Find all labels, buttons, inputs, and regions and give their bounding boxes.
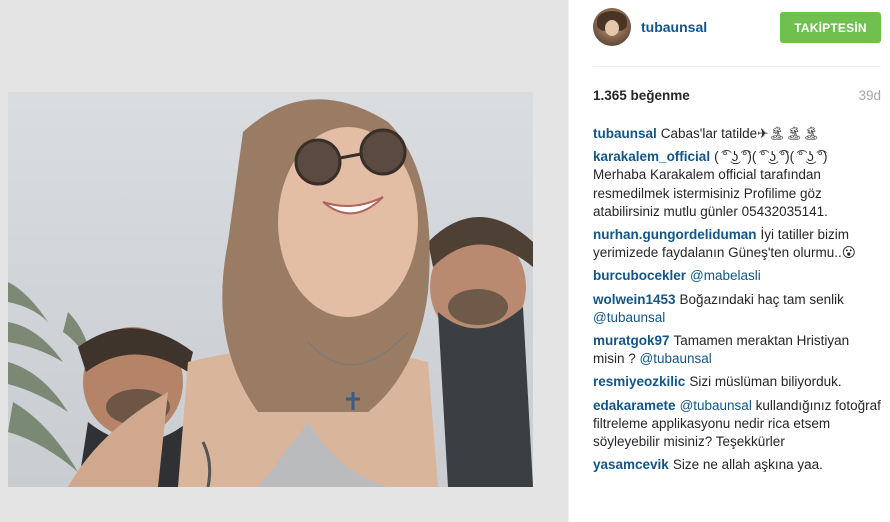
comment-username[interactable]: muratgok97 <box>593 333 670 348</box>
comment-text: Cabas'lar tatilde✈🏝🏝🏝 <box>660 126 820 141</box>
post-header: tubaunsal TAKİPTESİN <box>569 0 890 66</box>
comment-username[interactable]: burcubocekler <box>593 268 686 283</box>
comment-text: Size ne allah aşkına yaa. <box>672 457 823 473</box>
avatar[interactable] <box>593 8 631 46</box>
header-divider <box>593 66 881 67</box>
follow-button[interactable]: TAKİPTESİN <box>780 12 881 43</box>
comment-item: karakalem_official( ͡° ͜ʖ ͡°)( ͡° ͜ʖ ͡°)… <box>593 148 883 221</box>
comment-username[interactable]: wolwein1453 <box>593 292 676 307</box>
comment-username[interactable]: nurhan.gungordeliduman <box>593 227 757 242</box>
comment-item: burcubocekler @mabelasli <box>593 267 883 285</box>
header-username[interactable]: tubaunsal <box>641 19 707 35</box>
comment-text: Boğazındaki haç tam senlik <box>679 291 844 307</box>
post-photo[interactable] <box>8 92 533 487</box>
comment-mention[interactable]: @tubaunsal <box>680 398 752 413</box>
comment-item: resmiyeozkilic Sizi müslüman biliyorduk. <box>593 373 883 391</box>
comment-item: wolwein1453 Boğazındaki haç tam senlik @t… <box>593 291 883 327</box>
comment-text: Sizi müslüman biliyorduk. <box>689 374 842 390</box>
avatar-face <box>605 20 619 36</box>
comment-username[interactable]: tubaunsal <box>593 126 657 141</box>
media-pane <box>0 0 568 522</box>
comment-username[interactable]: edakaramete <box>593 398 676 413</box>
comment-mention[interactable]: @tubaunsal <box>640 351 712 366</box>
comment-item: tubaunsal Cabas'lar tatilde✈🏝🏝🏝 <box>593 125 883 143</box>
comment-username[interactable]: resmiyeozkilic <box>593 374 685 389</box>
post-age: 39d <box>858 88 881 103</box>
post-stats: 1.365 beğenme 39d <box>569 86 890 108</box>
comment-username[interactable]: karakalem_official <box>593 149 710 164</box>
comment-item: yasamcevik Size ne allah aşkına yaa. <box>593 456 883 474</box>
comment-username[interactable]: yasamcevik <box>593 457 669 472</box>
comment-item: nurhan.gungordeliduman İyi tatiller bizim… <box>593 226 883 262</box>
comment-item: muratgok97 Tamamen meraktan Hristiyan mis… <box>593 332 883 368</box>
comment-item: edakaramete @tubaunsal kullandığınız foto… <box>593 397 883 452</box>
comment-list: tubaunsal Cabas'lar tatilde✈🏝🏝🏝 karakalem_… <box>593 125 883 479</box>
post-sidebar: tubaunsal TAKİPTESİN 1.365 beğenme 39d t… <box>568 0 890 522</box>
likes-count[interactable]: 1.365 beğenme <box>593 88 690 103</box>
comment-mention[interactable]: @tubaunsal <box>593 310 665 325</box>
comment-mention[interactable]: @mabelasli <box>690 268 761 283</box>
photo-illustration <box>8 99 533 487</box>
